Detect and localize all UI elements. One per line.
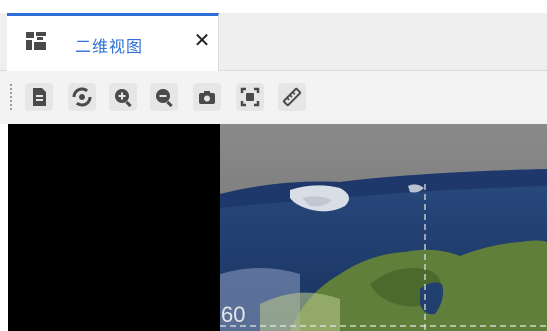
- zoom-in-button[interactable]: [109, 83, 137, 111]
- map-grid-icon: [25, 30, 47, 52]
- camera-icon: [199, 91, 215, 104]
- tab-2d-view[interactable]: 二维视图 ✕: [7, 13, 219, 71]
- toolbar: [0, 71, 547, 124]
- zoom-out-icon: [156, 89, 173, 108]
- fit-view-button[interactable]: [236, 83, 264, 111]
- reset-view-icon: [72, 87, 92, 107]
- earth-imagery: [220, 124, 547, 331]
- close-icon[interactable]: ✕: [191, 30, 213, 52]
- window-top-strip: [0, 0, 547, 13]
- tab-bar: 二维视图 ✕: [0, 13, 547, 71]
- screenshot-button[interactable]: [193, 83, 221, 111]
- ruler-icon: [282, 87, 302, 107]
- document-icon: [33, 88, 46, 106]
- zoom-in-icon: [115, 89, 132, 108]
- zoom-out-button[interactable]: [150, 83, 178, 111]
- graticule-latitude-label: 60: [221, 302, 246, 327]
- blank-panel: [8, 124, 220, 331]
- map-canvas[interactable]: [220, 124, 547, 331]
- measure-button[interactable]: [278, 83, 306, 111]
- fit-extent-icon: [240, 87, 260, 107]
- toolbar-grip[interactable]: [9, 83, 13, 111]
- tab-label: 二维视图: [75, 39, 144, 56]
- reset-view-button[interactable]: [68, 83, 96, 111]
- document-button[interactable]: [25, 83, 53, 111]
